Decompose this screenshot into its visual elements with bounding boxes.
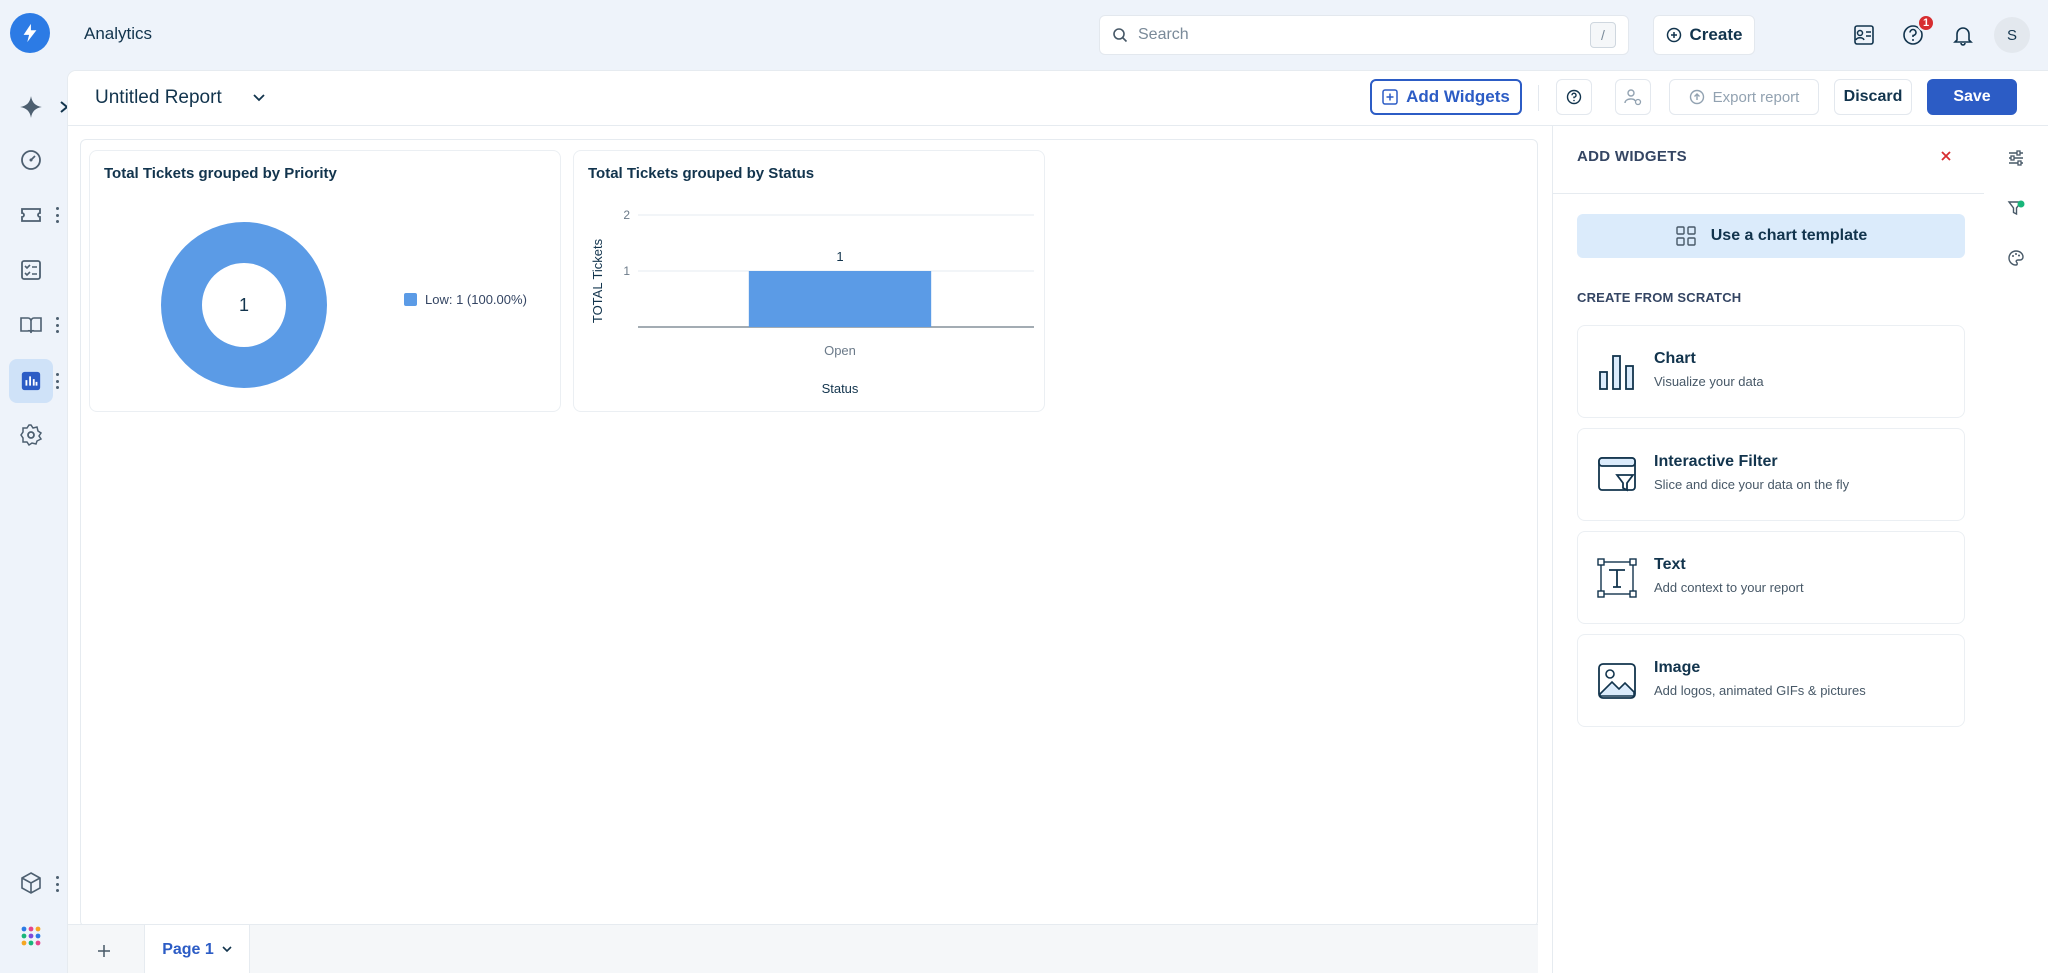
help-icon[interactable]: 1 xyxy=(1895,14,1935,53)
chevron-down-icon[interactable] xyxy=(222,946,232,953)
interactive-filter-widget-card[interactable]: Interactive Filter Slice and dice your d… xyxy=(1577,428,1965,521)
donut-legend[interactable]: Low: 1 (100.00%) xyxy=(404,292,527,307)
nav-settings-gear-icon[interactable] xyxy=(9,413,53,457)
search-placeholder: Search xyxy=(1138,26,1189,43)
bar-open xyxy=(748,271,932,327)
image-icon xyxy=(1596,659,1638,703)
search-input[interactable]: Search / xyxy=(1099,15,1629,55)
nav-knowledge-more-icon[interactable] xyxy=(54,315,60,335)
nav-dashboard-gauge-icon[interactable] xyxy=(9,138,53,182)
text-widget-card[interactable]: Text Add context to your report xyxy=(1577,531,1965,624)
widget-title: Total Tickets grouped by Priority xyxy=(104,165,337,182)
user-avatar[interactable]: S xyxy=(1994,17,2030,53)
nav-knowledge-book-icon[interactable] xyxy=(9,303,53,347)
panel-divider xyxy=(1553,193,1985,194)
card-desc: Add logos, animated GIFs & pictures xyxy=(1654,683,1866,698)
report-editor: Untitled Report Add Widgets Export repor… xyxy=(68,71,2048,973)
nav-app-launcher-grid-icon[interactable] xyxy=(9,914,53,958)
search-icon xyxy=(1113,28,1128,43)
image-widget-card[interactable]: Image Add logos, animated GIFs & picture… xyxy=(1577,634,1965,727)
card-title: Interactive Filter xyxy=(1654,453,1778,470)
card-title: Text xyxy=(1654,556,1686,573)
export-report-button[interactable]: Export report xyxy=(1669,79,1819,115)
save-button[interactable]: Save xyxy=(1927,79,2017,115)
add-widgets-button[interactable]: Add Widgets xyxy=(1370,79,1522,115)
text-box-icon xyxy=(1596,556,1638,600)
add-widgets-label: Add Widgets xyxy=(1406,87,1510,106)
legend-label: Low: 1 (100.00%) xyxy=(425,292,527,307)
template-grid-icon xyxy=(1676,226,1696,246)
filter-window-icon xyxy=(1596,453,1638,497)
app-logo-icon[interactable] xyxy=(10,13,50,53)
create-label: Create xyxy=(1689,25,1743,44)
nav-tickets-icon[interactable] xyxy=(9,193,53,237)
priority-donut-widget[interactable]: Total Tickets grouped by Priority 1 Low:… xyxy=(89,150,561,412)
export-report-label: Export report xyxy=(1712,88,1800,106)
report-title-chevron-down-icon[interactable] xyxy=(249,87,269,109)
palette-icon[interactable] xyxy=(2000,242,2032,274)
search-shortcut-key: / xyxy=(1590,22,1616,48)
nav-sparkle-icon[interactable] xyxy=(9,85,53,129)
left-nav xyxy=(0,0,69,973)
nav-tasks-checklist-icon[interactable] xyxy=(9,248,53,292)
report-header: Untitled Report Add Widgets Export repor… xyxy=(68,71,2048,126)
card-desc: Visualize your data xyxy=(1654,374,1764,389)
donut-chart: 1 xyxy=(161,222,327,388)
user-settings-icon xyxy=(1624,89,1642,106)
page-tab-label: Page 1 xyxy=(162,940,214,958)
share-access-button[interactable] xyxy=(1615,79,1651,115)
card-desc: Add context to your report xyxy=(1654,580,1804,595)
bar-chart-icon xyxy=(1596,350,1638,394)
nav-apps-more-icon[interactable] xyxy=(54,874,60,894)
report-help-button[interactable] xyxy=(1556,79,1592,115)
filter-check-icon[interactable] xyxy=(2000,192,2032,224)
panel-title: ADD WIDGETS xyxy=(1577,148,1687,165)
use-chart-template-button[interactable]: Use a chart template xyxy=(1577,214,1965,258)
chart-widget-card[interactable]: Chart Visualize your data xyxy=(1577,325,1965,418)
plus-circle-icon xyxy=(1666,27,1681,43)
plus-square-icon xyxy=(1382,89,1398,105)
close-panel-icon[interactable] xyxy=(1936,146,1956,166)
template-label: Use a chart template xyxy=(1710,227,1868,244)
app-title: Analytics xyxy=(84,24,153,43)
contact-card-icon[interactable] xyxy=(1845,17,1881,53)
report-canvas: Total Tickets grouped by Priority 1 Low:… xyxy=(80,139,1538,927)
help-notification-badge: 1 xyxy=(1917,14,1935,32)
add-widgets-panel: ADD WIDGETS Use a chart template CREATE … xyxy=(1552,126,1985,973)
notifications-bell-icon[interactable] xyxy=(1945,17,1981,53)
header-divider xyxy=(1538,85,1539,111)
y-tick-label: 2 xyxy=(623,208,630,222)
card-title: Chart xyxy=(1654,350,1696,367)
widget-title: Total Tickets grouped by Status xyxy=(588,165,815,182)
page-tab-1[interactable]: Page 1 xyxy=(144,925,250,973)
nav-analytics-more-icon[interactable] xyxy=(54,371,60,391)
page-tabs-bar: Page 1 xyxy=(68,924,1538,973)
x-tick-label: Open xyxy=(824,343,856,358)
card-desc: Slice and dice your data on the fly xyxy=(1654,477,1850,492)
y-tick-label: 1 xyxy=(623,264,630,278)
legend-swatch xyxy=(404,293,417,306)
upload-circle-icon xyxy=(1689,89,1704,105)
report-title[interactable]: Untitled Report xyxy=(95,87,222,109)
create-button[interactable]: Create xyxy=(1653,15,1755,55)
sliders-settings-icon[interactable] xyxy=(2000,142,2032,174)
right-tool-rail xyxy=(1984,126,2048,973)
donut-center-value: 1 xyxy=(239,295,249,315)
y-axis-title: TOTAL Tickets xyxy=(590,238,605,323)
add-page-plus-icon[interactable] xyxy=(86,933,122,969)
help-circle-icon xyxy=(1566,89,1582,105)
nav-apps-cube-icon[interactable] xyxy=(9,861,53,905)
nav-tickets-more-icon[interactable] xyxy=(54,205,60,225)
nav-analytics-icon[interactable] xyxy=(9,359,53,403)
create-from-scratch-heading: CREATE FROM SCRATCH xyxy=(1577,290,1742,305)
bar-data-label: 1 xyxy=(836,249,843,264)
status-bar-widget[interactable]: Total Tickets grouped by Status 1 2 1 Open S… xyxy=(573,150,1045,412)
bar-chart: 1 2 1 Open Status TOTAL Tickets xyxy=(590,208,1034,396)
x-axis-title: Status xyxy=(822,381,859,396)
card-title: Image xyxy=(1654,659,1701,676)
discard-button[interactable]: Discard xyxy=(1834,79,1912,115)
